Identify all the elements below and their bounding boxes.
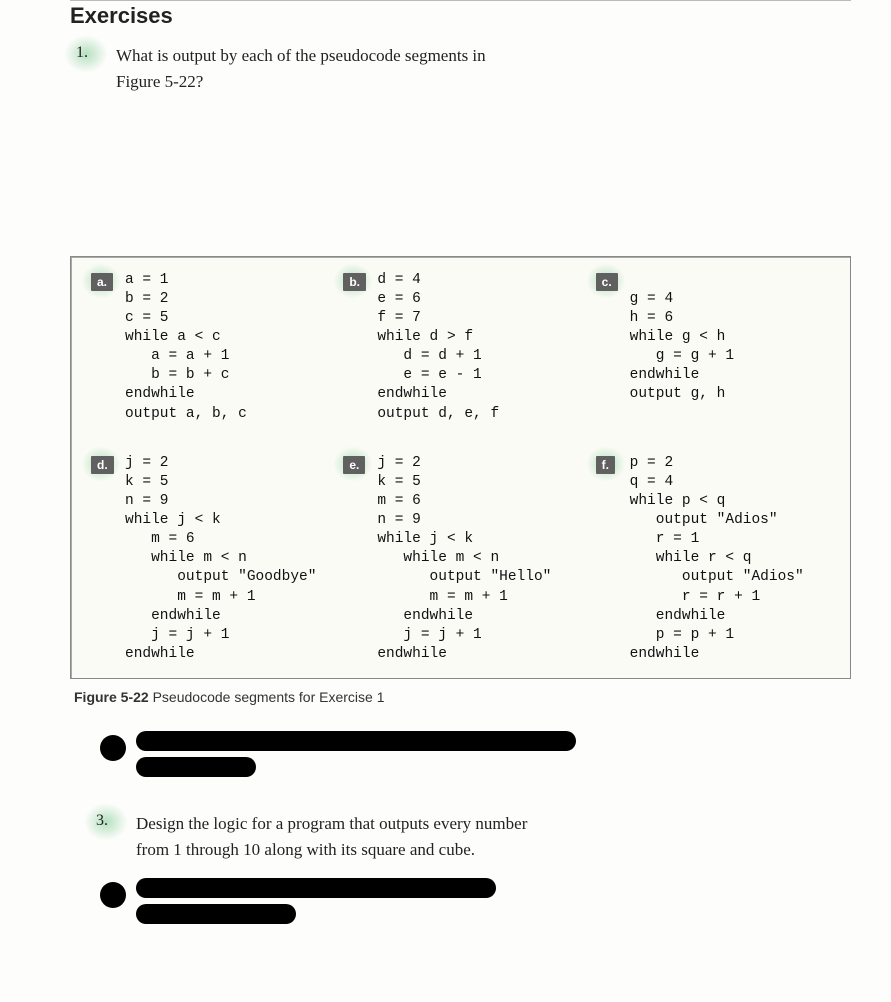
redaction-bar xyxy=(136,757,256,777)
question-1: 1. What is output by each of the pseudoc… xyxy=(70,39,851,96)
q1-line2: Figure 5-22? xyxy=(116,72,203,91)
q1-number: 1. xyxy=(70,39,88,62)
figure-caption: Figure 5-22 Pseudocode segments for Exer… xyxy=(74,689,851,705)
q3-line2: from 1 through 10 along with its square … xyxy=(136,840,475,859)
question-3: 3. Design the logic for a program that o… xyxy=(90,807,851,864)
caption-bold: Figure 5-22 xyxy=(74,689,149,705)
label-b: b. xyxy=(343,271,369,295)
q3-number-badge: 3. xyxy=(90,807,126,839)
code-a: a = 1 b = 2 c = 5 while a < c a = a + 1 … xyxy=(125,271,247,424)
code-f: p = 2 q = 4 while p < q output "Adios" r… xyxy=(630,454,804,664)
code-d: j = 2 k = 5 n = 9 while j < k m = 6 whil… xyxy=(125,454,316,664)
section-title: Exercises xyxy=(70,3,851,29)
figure-5-22: a. a = 1 b = 2 c = 5 while a < c a = a +… xyxy=(70,256,851,679)
bullet-icon xyxy=(100,735,126,761)
q3-text: Design the logic for a program that outp… xyxy=(136,807,527,864)
q1-text: What is output by each of the pseudocode… xyxy=(116,39,486,96)
label-f-text: f. xyxy=(596,456,615,474)
redacted-q2 xyxy=(100,731,851,777)
q1-line1: What is output by each of the pseudocode… xyxy=(116,46,486,65)
redacted-q4 xyxy=(100,878,851,924)
q3-number: 3. xyxy=(90,807,108,830)
q1-number-badge: 1. xyxy=(70,39,106,71)
label-c: c. xyxy=(596,271,622,295)
code-e: j = 2 k = 5 m = 6 n = 9 while j < k whil… xyxy=(377,454,551,664)
label-f: f. xyxy=(596,454,622,478)
segment-c: c. g = 4 h = 6 while g < h g = g + 1 end… xyxy=(596,271,830,424)
label-e: e. xyxy=(343,454,369,478)
segment-b: b. d = 4 e = 6 f = 7 while d > f d = d +… xyxy=(343,271,577,424)
code-c: g = 4 h = 6 while g < h g = g + 1 endwhi… xyxy=(630,271,734,405)
label-b-text: b. xyxy=(343,273,366,291)
redaction-bar xyxy=(136,904,296,924)
label-a-text: a. xyxy=(91,273,113,291)
label-d-text: d. xyxy=(91,456,114,474)
segment-e: e. j = 2 k = 5 m = 6 n = 9 while j < k w… xyxy=(343,454,577,664)
q3-line1: Design the logic for a program that outp… xyxy=(136,814,527,833)
segment-d: d. j = 2 k = 5 n = 9 while j < k m = 6 w… xyxy=(91,454,325,664)
code-b: d = 4 e = 6 f = 7 while d > f d = d + 1 … xyxy=(377,271,499,424)
redaction-bar xyxy=(136,878,496,898)
label-e-text: e. xyxy=(343,456,365,474)
segment-f: f. p = 2 q = 4 while p < q output "Adios… xyxy=(596,454,830,664)
label-c-text: c. xyxy=(596,273,618,291)
label-a: a. xyxy=(91,271,117,295)
caption-rest: Pseudocode segments for Exercise 1 xyxy=(149,689,385,705)
redaction-bar xyxy=(136,731,576,751)
label-d: d. xyxy=(91,454,117,478)
segment-a: a. a = 1 b = 2 c = 5 while a < c a = a +… xyxy=(91,271,325,424)
bullet-icon xyxy=(100,882,126,908)
